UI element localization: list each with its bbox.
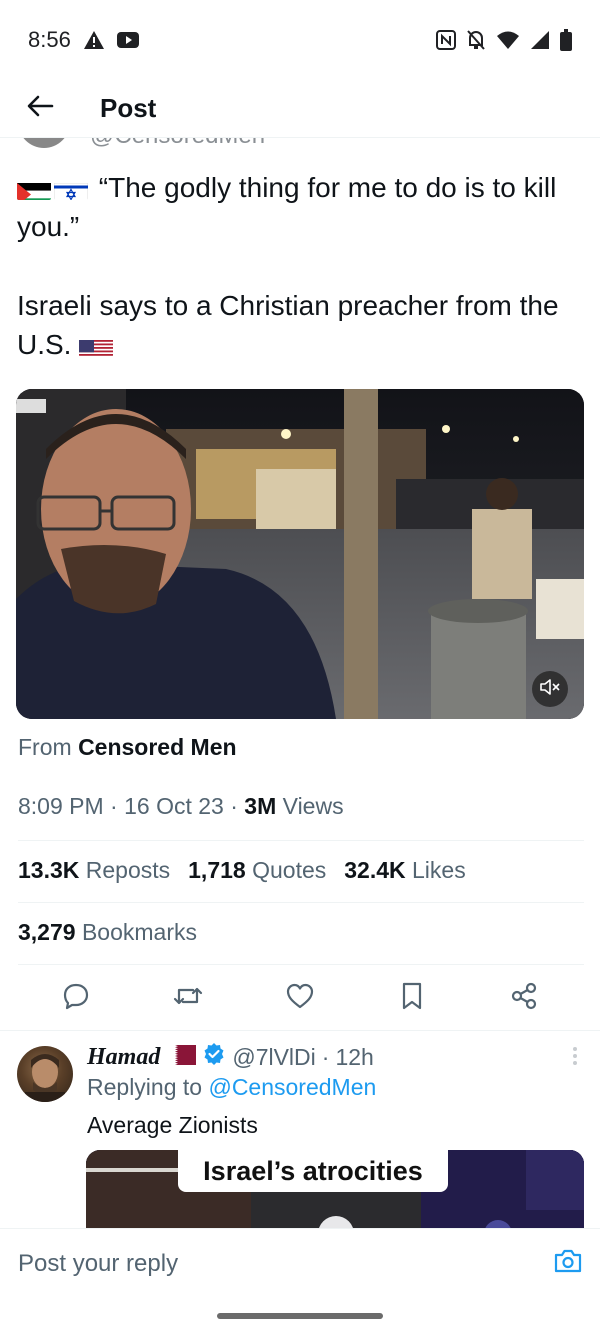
reply-media[interactable]: Israel’s atrocities — [86, 1150, 584, 1228]
reply-separator: · — [321, 1043, 330, 1070]
views-label: Views — [282, 793, 344, 819]
meta-separator: · — [110, 793, 118, 819]
reply-icon — [62, 982, 90, 1015]
battery-icon — [560, 29, 572, 51]
reply-author-handle[interactable]: @7lVlDi — [232, 1044, 315, 1071]
quotes-stat[interactable]: 1,718 Quotes — [188, 857, 326, 884]
source-name[interactable]: Censored Men — [78, 734, 236, 760]
israel-flag-icon — [54, 177, 88, 200]
qatar-flag-icon — [166, 1044, 197, 1071]
bookmarks-count: 3,279 — [18, 919, 76, 945]
share-button[interactable] — [504, 978, 544, 1018]
gesture-nav-bar[interactable] — [217, 1313, 383, 1319]
heart-icon — [286, 983, 314, 1014]
reply-header: Hamad @7lVlDi · 12h — [87, 1042, 374, 1072]
more-options-button[interactable] — [572, 1046, 578, 1071]
quotes-count: 1,718 — [188, 857, 246, 883]
wifi-icon — [496, 30, 520, 50]
like-button[interactable] — [280, 978, 320, 1018]
engagement-stats: 13.3K Reposts 1,718 Quotes 32.4K Likes — [18, 857, 466, 884]
tweet-video[interactable] — [16, 389, 584, 719]
divider — [18, 840, 584, 841]
replying-prefix: Replying to — [87, 1074, 203, 1100]
views-count: 3M — [244, 793, 277, 819]
repost-button[interactable] — [168, 978, 208, 1018]
palestine-flag-icon — [17, 177, 51, 200]
post-meta: 8:09 PM · 16 Oct 23 · 3M Views — [18, 793, 344, 820]
arrow-left-icon — [26, 94, 54, 123]
back-button[interactable] — [0, 80, 80, 138]
more-vertical-icon — [572, 1047, 578, 1070]
source-prefix: From — [18, 734, 72, 760]
top-app-bar: Post — [0, 80, 600, 138]
quotes-label: Quotes — [252, 857, 327, 883]
mute-button[interactable] — [532, 671, 568, 707]
reposts-label: Reposts — [85, 857, 171, 883]
reply-post[interactable]: Hamad @7lVlDi · 12h Replying to @Censore… — [0, 1034, 600, 1228]
likes-count: 32.4K — [344, 857, 406, 883]
reply-text: Average Zionists — [87, 1112, 258, 1138]
reply-input[interactable]: Post your reply — [18, 1250, 554, 1278]
signal-icon — [530, 30, 550, 50]
usa-flag-icon — [79, 334, 114, 357]
video-frame — [16, 389, 584, 719]
camera-icon[interactable] — [554, 1248, 582, 1279]
status-bar: 8:56 — [0, 0, 600, 80]
action-bar — [0, 972, 600, 1024]
youtube-icon — [116, 31, 139, 49]
repost-icon — [173, 983, 203, 1014]
volume-mute-icon — [540, 678, 560, 701]
meta-separator: · — [230, 793, 238, 819]
nfc-icon — [436, 30, 456, 50]
share-icon — [510, 982, 538, 1015]
post-time: 8:09 PM — [18, 793, 104, 819]
reply-composer: Post your reply — [0, 1228, 600, 1298]
reposts-count: 13.3K — [18, 857, 80, 883]
divider — [18, 964, 584, 965]
reply-avatar[interactable] — [17, 1046, 73, 1102]
tweet-quote-text: “The godly thing for me to do is to kill… — [17, 172, 557, 242]
reply-author-name[interactable]: Hamad — [87, 1044, 160, 1071]
reply-button[interactable] — [56, 978, 96, 1018]
divider — [0, 1030, 600, 1031]
page-title: Post — [100, 93, 157, 123]
likes-label: Likes — [412, 857, 466, 883]
media-caption: Israel’s atrocities — [178, 1150, 448, 1192]
bookmark-icon — [401, 982, 423, 1015]
bookmarks-stat[interactable]: 3,279 Bookmarks — [18, 919, 197, 946]
bookmarks-label: Bookmarks — [81, 919, 197, 945]
post-date: 16 Oct 23 — [124, 793, 224, 819]
bell-off-icon — [466, 29, 486, 51]
reply-time: 12h — [335, 1043, 374, 1070]
divider — [18, 902, 584, 903]
bookmark-button[interactable] — [392, 978, 432, 1018]
likes-stat[interactable]: 32.4K Likes — [344, 857, 465, 884]
replying-to-handle[interactable]: @CensoredMen — [208, 1074, 376, 1100]
tweet-body: “The godly thing for me to do is to kill… — [17, 168, 583, 364]
verified-badge-icon — [202, 1042, 226, 1072]
reposts-stat[interactable]: 13.3K Reposts — [18, 857, 170, 884]
source-attribution[interactable]: From Censored Men — [18, 734, 237, 761]
warning-icon — [83, 30, 105, 50]
status-time: 8:56 — [28, 27, 71, 52]
replying-to-line: Replying to @CensoredMen — [87, 1074, 376, 1101]
